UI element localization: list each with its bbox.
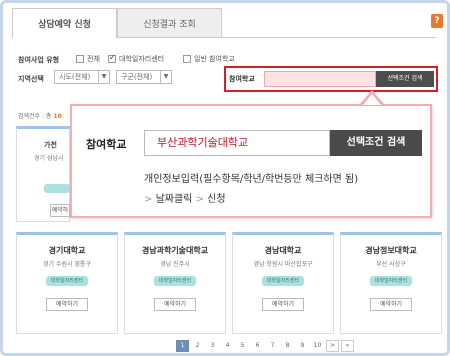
reserve-button-partial[interactable]: 예약하기	[50, 204, 70, 217]
district-select-value: 구군(전체)	[121, 73, 153, 81]
school-card-tag: 대학일자리센터	[370, 276, 412, 286]
page-link[interactable]: 1	[176, 340, 189, 352]
result-count: 검색건수 : 총 10	[18, 111, 62, 120]
school-card: 경남정보대학교 부산 사상구 대학일자리센터 예약하기	[340, 232, 442, 334]
callout-school-label: 참여학교	[86, 138, 127, 151]
page-link[interactable]: 2	[191, 340, 204, 352]
school-card-addr: 경남 창원시 마산합포구	[253, 261, 313, 268]
last-page-icon[interactable]: »	[341, 340, 354, 352]
reserve-button[interactable]: 예약하기	[370, 298, 412, 311]
callout-instruction-line1: 개인정보입력(필수항목/학년/학번등만 체크하면 됨)	[144, 174, 359, 185]
tab-divider	[222, 37, 436, 38]
reserve-button[interactable]: 예약하기	[154, 298, 196, 311]
school-card: 경기대학교 경기 수원시 영통구 대학일자리센터 예약하기	[16, 232, 118, 334]
city-select[interactable]: 시도(전체) ▼	[54, 70, 110, 84]
checkbox-icon[interactable]	[183, 55, 191, 63]
type-option-all-label: 전체	[87, 55, 100, 63]
school-card: 경남과학기술대학교 경남 진주시 대학일자리센터 예약하기	[124, 232, 226, 334]
reserve-button[interactable]: 예약하기	[46, 298, 88, 311]
school-card-addr: 경남 진주시	[160, 261, 190, 268]
school-card-name: 경기대학교	[48, 246, 86, 255]
dropdown-arrow-icon: ▼	[160, 71, 171, 83]
page-link[interactable]: 7	[266, 340, 279, 352]
school-card-name: 경남정보대학교	[365, 246, 417, 255]
school-card-name: 경남과학기술대학교	[141, 246, 209, 255]
school-card-partial-tag	[44, 184, 70, 193]
type-option-general-school[interactable]: 일반 참여학교	[183, 54, 235, 64]
page-link[interactable]: 4	[221, 340, 234, 352]
callout-school-input[interactable]: 부산과학기술대학교	[144, 130, 330, 156]
checkbox-checked-icon[interactable]	[108, 53, 116, 63]
callout-step-date: 날짜클릭	[155, 194, 193, 205]
page-link[interactable]: 5	[236, 340, 249, 352]
callout-step-apply: 신청	[207, 194, 226, 205]
type-option-general-school-label: 일반 참여학교	[194, 55, 235, 63]
school-card-addr: 경기 수원시 영통구	[43, 261, 91, 268]
school-card-tag: 대학일자리센터	[46, 276, 88, 286]
school-card-name: 경남대학교	[264, 246, 302, 255]
school-card-addr: 부산 사상구	[376, 261, 406, 268]
school-card-partial-addr: 경기 성남시	[34, 155, 64, 162]
tab-reservation-request[interactable]: 상담예약 신청	[12, 8, 117, 38]
tab-result-lookup[interactable]: 신청결과 조회	[117, 8, 222, 38]
dropdown-arrow-icon: ▼	[98, 71, 109, 83]
result-count-label: 검색건수 : 총	[18, 113, 52, 120]
region-label: 지역선택	[18, 75, 44, 83]
chevron-right-icon: >	[144, 194, 153, 205]
callout-search-button[interactable]: 선택조건 검색	[330, 130, 422, 156]
type-option-all[interactable]: 전체	[76, 54, 100, 64]
reserve-button[interactable]: 예약하기	[262, 298, 304, 311]
type-option-job-center[interactable]: 대학일자리센터	[108, 53, 165, 64]
result-count-value: 10	[53, 113, 62, 120]
pagination: 1 2 3 4 5 6 7 8 9 10 > »	[176, 340, 354, 352]
chevron-right-icon: >	[195, 194, 204, 205]
page-link[interactable]: 3	[206, 340, 219, 352]
program-type-label: 참여사업 유형	[18, 56, 60, 64]
type-option-job-center-label: 대학일자리센터	[119, 55, 165, 63]
school-card-tag: 대학일자리센터	[262, 276, 304, 286]
page-link[interactable]: 9	[296, 340, 309, 352]
school-card-tag: 대학일자리센터	[154, 276, 196, 286]
school-input[interactable]	[264, 71, 376, 87]
school-card-partial-name: 가천	[44, 141, 57, 149]
checkbox-icon[interactable]	[76, 55, 84, 63]
callout-instruction-line2: > 날짜클릭 > 신청	[144, 190, 226, 205]
city-select-value: 시도(전체)	[59, 73, 91, 81]
school-card: 경남대학교 경남 창원시 마산합포구 대학일자리센터 예약하기	[232, 232, 334, 334]
callout-pointer-inner	[363, 94, 381, 105]
next-page-icon[interactable]: >	[326, 340, 339, 352]
page-link[interactable]: 10	[311, 340, 324, 352]
instruction-callout: 참여학교 부산과학기술대학교 선택조건 검색 개인정보입력(필수항목/학년/학번…	[70, 104, 432, 218]
search-button[interactable]: 선택조건 검색	[376, 71, 434, 87]
page-link[interactable]: 6	[251, 340, 264, 352]
page-link[interactable]: 8	[281, 340, 294, 352]
district-select[interactable]: 구군(전체) ▼	[116, 70, 172, 84]
school-label: 참여학교	[229, 75, 255, 83]
help-icon[interactable]: ?	[431, 14, 443, 28]
